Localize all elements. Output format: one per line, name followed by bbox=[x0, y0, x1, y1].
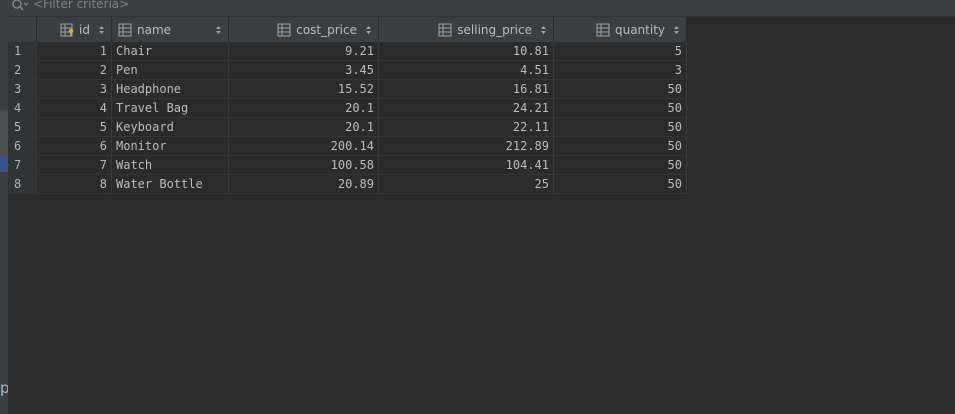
table-row[interactable]: 5 5 Keyboard 20.1 22.11 50 bbox=[8, 117, 687, 137]
column-label: cost_price bbox=[296, 22, 357, 37]
table-row[interactable]: 8 8 Water Bottle 20.89 25 50 bbox=[8, 174, 687, 194]
results-grid: id name cost_price selling_price quantit… bbox=[8, 17, 687, 194]
cell-selling-price[interactable]: 24.21 bbox=[378, 98, 554, 118]
cell-cost-price[interactable]: 9.21 bbox=[228, 42, 379, 61]
cell-selling-price[interactable]: 212.89 bbox=[378, 136, 554, 156]
cell-selling-price[interactable]: 4.51 bbox=[378, 60, 554, 80]
cell-id[interactable]: 7 bbox=[36, 155, 112, 175]
cell-id[interactable]: 3 bbox=[36, 79, 112, 99]
cell-cost-price[interactable]: 3.45 bbox=[228, 60, 379, 80]
column-label: quantity bbox=[614, 22, 665, 37]
cell-quantity[interactable]: 50 bbox=[553, 117, 687, 137]
sort-arrows-icon[interactable] bbox=[98, 25, 105, 35]
table-row[interactable]: 3 3 Headphone 15.52 16.81 50 bbox=[8, 79, 687, 99]
cell-selling-price[interactable]: 25 bbox=[378, 174, 554, 194]
column-label: id bbox=[79, 22, 90, 37]
table-row[interactable]: 6 6 Monitor 200.14 212.89 50 bbox=[8, 136, 687, 156]
cell-selling-price[interactable]: 16.81 bbox=[378, 79, 554, 99]
tool-strip-tab[interactable] bbox=[0, 110, 8, 156]
cell-quantity[interactable]: 50 bbox=[553, 79, 687, 99]
column-header-id[interactable]: id bbox=[36, 17, 112, 42]
cell-selling-price[interactable]: 22.11 bbox=[378, 117, 554, 137]
row-number[interactable]: 8 bbox=[8, 174, 37, 194]
cell-id[interactable]: 2 bbox=[36, 60, 112, 80]
row-number[interactable]: 2 bbox=[8, 60, 37, 80]
cell-cost-price[interactable]: 100.58 bbox=[228, 155, 379, 175]
cell-cost-price[interactable]: 200.14 bbox=[228, 136, 379, 156]
sort-arrows-icon[interactable] bbox=[540, 25, 547, 35]
cell-name[interactable]: Watch bbox=[111, 155, 229, 175]
row-number[interactable]: 1 bbox=[8, 42, 37, 61]
cell-quantity[interactable]: 50 bbox=[553, 155, 687, 175]
cell-quantity[interactable]: 50 bbox=[553, 98, 687, 118]
column-icon bbox=[438, 23, 452, 36]
column-label: name bbox=[137, 22, 172, 37]
side-label: p bbox=[0, 379, 8, 397]
column-label: selling_price bbox=[457, 22, 532, 37]
row-number[interactable]: 3 bbox=[8, 79, 37, 99]
cell-id[interactable]: 6 bbox=[36, 136, 112, 156]
cell-quantity[interactable]: 50 bbox=[553, 174, 687, 194]
cell-quantity[interactable]: 50 bbox=[553, 136, 687, 156]
table-row[interactable]: 7 7 Watch 100.58 104.41 50 bbox=[8, 155, 687, 175]
cell-id[interactable]: 1 bbox=[36, 42, 112, 61]
tool-strip-selected-tab[interactable] bbox=[0, 156, 8, 172]
column-icon bbox=[118, 23, 132, 36]
cell-name[interactable]: Water Bottle bbox=[111, 174, 229, 194]
cell-cost-price[interactable]: 20.1 bbox=[228, 117, 379, 137]
row-number[interactable]: 4 bbox=[8, 98, 37, 118]
sort-arrows-icon[interactable] bbox=[673, 25, 680, 35]
search-icon[interactable] bbox=[11, 0, 29, 12]
sort-arrows-icon[interactable] bbox=[365, 25, 372, 35]
cell-name[interactable]: Keyboard bbox=[111, 117, 229, 137]
cell-name[interactable]: Monitor bbox=[111, 136, 229, 156]
row-number[interactable]: 6 bbox=[8, 136, 37, 156]
cell-cost-price[interactable]: 20.89 bbox=[228, 174, 379, 194]
cell-quantity[interactable]: 3 bbox=[553, 60, 687, 80]
column-icon bbox=[277, 23, 291, 36]
cell-id[interactable]: 4 bbox=[36, 98, 112, 118]
table-row[interactable]: 2 2 Pen 3.45 4.51 3 bbox=[8, 60, 687, 80]
column-header-selling-price[interactable]: selling_price bbox=[378, 17, 554, 42]
cell-id[interactable]: 8 bbox=[36, 174, 112, 194]
filter-bar[interactable]: <Filter criteria> bbox=[8, 0, 955, 17]
row-number[interactable]: 5 bbox=[8, 117, 37, 137]
cell-cost-price[interactable]: 20.1 bbox=[228, 98, 379, 118]
cell-name[interactable]: Headphone bbox=[111, 79, 229, 99]
cell-cost-price[interactable]: 15.52 bbox=[228, 79, 379, 99]
row-number[interactable]: 7 bbox=[8, 155, 37, 175]
row-number-header bbox=[8, 17, 37, 42]
column-header-cost-price[interactable]: cost_price bbox=[228, 17, 379, 42]
cell-selling-price[interactable]: 10.81 bbox=[378, 42, 554, 61]
cell-selling-price[interactable]: 104.41 bbox=[378, 155, 554, 175]
column-header-name[interactable]: name bbox=[111, 17, 229, 42]
cell-id[interactable]: 5 bbox=[36, 117, 112, 137]
sort-arrows-icon[interactable] bbox=[215, 25, 222, 35]
cell-name[interactable]: Travel Bag bbox=[111, 98, 229, 118]
column-header-quantity[interactable]: quantity bbox=[553, 17, 687, 42]
primary-key-column-icon bbox=[60, 23, 74, 36]
filter-criteria-input[interactable]: <Filter criteria> bbox=[33, 0, 129, 11]
left-tool-strip: p bbox=[0, 0, 8, 414]
cell-name[interactable]: Pen bbox=[111, 60, 229, 80]
table-row[interactable]: 4 4 Travel Bag 20.1 24.21 50 bbox=[8, 98, 687, 118]
cell-quantity[interactable]: 5 bbox=[553, 42, 687, 61]
column-icon bbox=[596, 23, 610, 36]
cell-name[interactable]: Chair bbox=[111, 42, 229, 61]
table-row[interactable]: 1 1 Chair 9.21 10.81 5 bbox=[8, 42, 687, 61]
